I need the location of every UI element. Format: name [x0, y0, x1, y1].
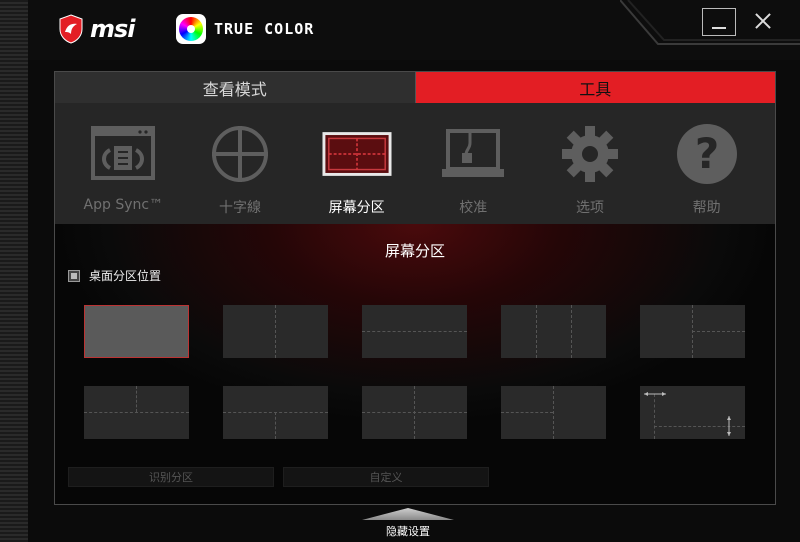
tab-tools[interactable]: 工具	[415, 72, 775, 103]
dragon-shield-icon	[59, 14, 83, 44]
app-sync-icon	[88, 119, 158, 189]
title-bar[interactable]	[28, 0, 800, 60]
custom-split-button[interactable]: 自定义	[283, 467, 489, 487]
svg-text:?: ?	[694, 129, 718, 178]
layout-3-vertical[interactable]	[501, 305, 606, 358]
help-icon: ?	[672, 119, 742, 189]
side-texture-strip	[0, 0, 28, 542]
hide-settings-label: 隐藏设置	[386, 525, 430, 538]
mode-tabs: 查看模式 工具	[55, 72, 775, 103]
main-panel: 查看模式 工具 App Sync™ 十字線 屏幕分区 校准 选项 ? 帮助 屏幕…	[54, 71, 776, 505]
desktop-split-checkbox[interactable]	[68, 269, 80, 282]
layout-custom-resize[interactable]	[640, 386, 745, 439]
layout-2-horizontal[interactable]	[362, 305, 467, 358]
tool-help[interactable]: ? 帮助	[657, 103, 757, 224]
desktop-split-label: 桌面分区位置	[89, 269, 162, 283]
tool-label-crosshair: 十字線	[218, 200, 261, 216]
tool-label-calibrate: 校准	[459, 200, 488, 216]
layout-top-split-bottom[interactable]	[84, 386, 189, 439]
minimize-button[interactable]	[702, 8, 736, 36]
identify-split-button[interactable]: 识别分区	[68, 467, 274, 487]
tool-label-help: 帮助	[692, 200, 721, 216]
layout-top-bottom-split[interactable]	[223, 386, 328, 439]
collapse-arrow-icon	[362, 508, 454, 520]
hide-settings-button[interactable]: 隐藏设置	[362, 508, 454, 542]
tools-toolbar: App Sync™ 十字線 屏幕分区 校准 选项 ? 帮助	[55, 103, 775, 224]
screen-split-icon	[322, 119, 392, 189]
tool-label-screen-split: 屏幕分区	[328, 200, 385, 216]
tool-crosshair[interactable]: 十字線	[190, 103, 290, 224]
desktop-split-option[interactable]: 桌面分区位置	[68, 267, 161, 284]
brand-name: msi	[90, 15, 136, 43]
content-title: 屏幕分区	[384, 242, 445, 260]
layout-quad[interactable]	[362, 386, 467, 439]
tool-calibrate[interactable]: 校准	[423, 103, 523, 224]
close-button[interactable]	[748, 6, 778, 36]
layout-full[interactable]	[84, 305, 189, 358]
laptop-calibrate-icon	[438, 119, 508, 189]
tool-options[interactable]: 选项	[540, 103, 640, 224]
gear-icon	[555, 119, 625, 189]
msi-logo: msi	[58, 14, 136, 44]
layout-left-split-right[interactable]	[640, 305, 745, 358]
screen-split-content: 屏幕分区 桌面分区位置 识别分区 自定义	[55, 224, 775, 504]
tool-app-sync[interactable]: App Sync™	[73, 103, 173, 224]
tool-screen-split[interactable]: 屏幕分区	[307, 103, 407, 224]
layout-left-stack[interactable]	[501, 386, 606, 439]
resize-arrows-icon	[644, 392, 731, 436]
tool-label-options: 选项	[575, 200, 604, 216]
tab-view-mode[interactable]: 查看模式	[55, 72, 416, 103]
color-wheel-icon	[176, 14, 206, 44]
crosshair-icon	[205, 119, 275, 189]
tool-label-app-sync: App Sync™	[83, 197, 164, 213]
product-name: TRUE COLOR	[214, 20, 315, 38]
true-color-logo: TRUE COLOR	[176, 14, 314, 44]
layout-2-vertical[interactable]	[223, 305, 328, 358]
